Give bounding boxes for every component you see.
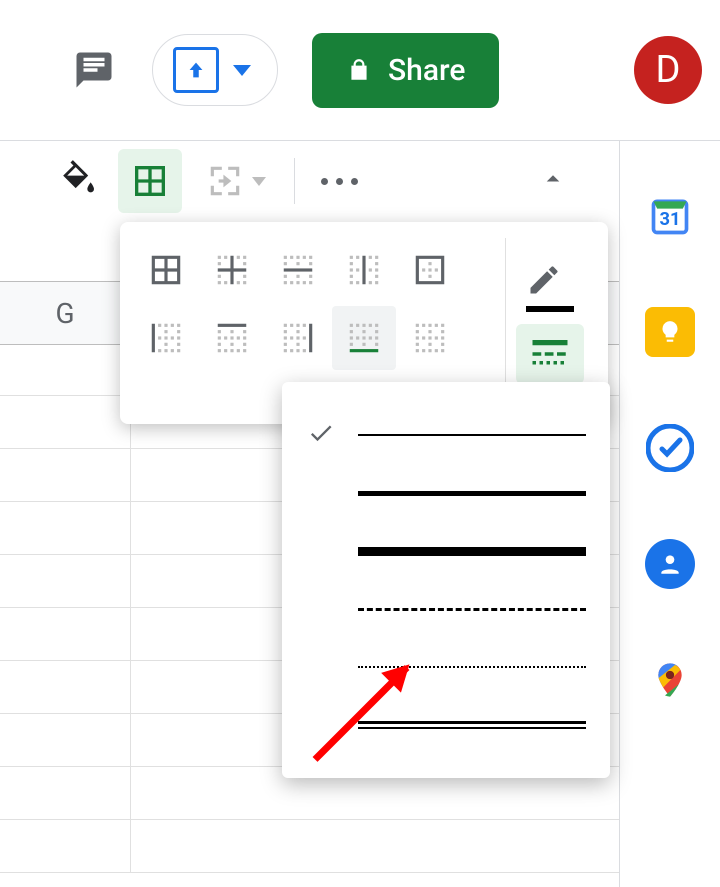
check-icon <box>306 419 336 451</box>
app-header: Share D <box>0 0 720 141</box>
border-all-button[interactable] <box>134 238 198 302</box>
chevron-down-icon <box>233 65 251 76</box>
tasks-addon-button[interactable] <box>645 423 695 473</box>
border-bottom-icon <box>345 319 383 357</box>
svg-text:31: 31 <box>659 209 680 230</box>
border-style-option-double[interactable] <box>296 696 596 754</box>
border-top-button[interactable] <box>200 306 264 370</box>
border-all-icon <box>147 251 185 289</box>
border-outer-icon <box>411 251 449 289</box>
present-icon <box>173 47 219 93</box>
merge-icon <box>206 162 244 200</box>
keep-icon <box>657 319 683 345</box>
column-header[interactable]: G <box>0 282 131 344</box>
lock-icon <box>346 55 372 85</box>
fill-color-button[interactable] <box>50 159 108 203</box>
tasks-icon <box>646 424 694 472</box>
border-color-button[interactable] <box>526 262 574 312</box>
border-horizontal-icon <box>279 251 317 289</box>
border-clear-icon <box>411 319 449 357</box>
border-horizontal-button[interactable] <box>266 238 330 302</box>
border-right-button[interactable] <box>266 306 330 370</box>
chevron-down-icon <box>252 177 266 186</box>
border-style-button[interactable] <box>516 324 584 384</box>
border-top-icon <box>213 319 251 357</box>
dot-icon <box>321 178 328 185</box>
comment-history-button[interactable] <box>70 46 118 94</box>
border-inner-button[interactable] <box>200 238 264 302</box>
keep-addon-button[interactable] <box>645 307 695 357</box>
side-panel: 31 <box>619 141 720 887</box>
style-sample-dashed <box>358 608 586 611</box>
chevron-up-icon <box>538 164 568 194</box>
toolbar-divider <box>294 158 295 204</box>
border-bottom-button[interactable] <box>332 306 396 370</box>
editing-toolbar <box>0 141 720 221</box>
share-button[interactable]: Share <box>312 33 499 108</box>
border-left-button[interactable] <box>134 306 198 370</box>
calendar-icon: 31 <box>648 194 692 238</box>
border-style-option-thin[interactable] <box>296 406 596 464</box>
share-button-label: Share <box>388 53 465 88</box>
collapse-toolbar-button[interactable] <box>538 164 568 198</box>
border-outer-button[interactable] <box>398 238 462 302</box>
borders-button[interactable] <box>118 149 182 213</box>
maps-addon-button[interactable] <box>645 655 695 705</box>
borders-icon <box>130 161 170 201</box>
border-style-menu <box>282 382 610 778</box>
border-style-option-dotted[interactable] <box>296 638 596 696</box>
border-style-option-thick[interactable] <box>296 522 596 580</box>
border-inner-icon <box>213 251 251 289</box>
maps-pin-icon <box>650 656 690 704</box>
border-style-option-medium[interactable] <box>296 464 596 522</box>
account-avatar[interactable]: D <box>634 36 702 104</box>
style-sample-dotted <box>358 666 586 668</box>
toolbar-more-button[interactable] <box>321 178 358 185</box>
border-right-icon <box>279 319 317 357</box>
calendar-addon-button[interactable]: 31 <box>645 191 695 241</box>
border-vertical-icon <box>345 251 383 289</box>
merge-cells-button[interactable] <box>198 161 274 201</box>
style-sample-thin <box>358 434 586 436</box>
border-clear-button[interactable] <box>398 306 462 370</box>
style-sample-double <box>358 721 586 729</box>
quick-share-dropdown[interactable] <box>152 34 278 106</box>
style-sample-medium <box>358 491 586 496</box>
border-style-icon <box>529 337 571 371</box>
border-color-swatch <box>526 306 574 312</box>
dot-icon <box>351 178 358 185</box>
person-icon <box>657 551 683 577</box>
border-left-icon <box>147 319 185 357</box>
style-sample-thick <box>358 547 586 556</box>
border-style-option-dashed[interactable] <box>296 580 596 638</box>
dot-icon <box>336 178 343 185</box>
avatar-initial: D <box>656 48 681 92</box>
contacts-addon-button[interactable] <box>645 539 695 589</box>
comment-icon <box>73 49 115 91</box>
paint-bucket-icon <box>59 159 99 199</box>
pencil-icon <box>526 262 562 298</box>
border-vertical-button[interactable] <box>332 238 396 302</box>
